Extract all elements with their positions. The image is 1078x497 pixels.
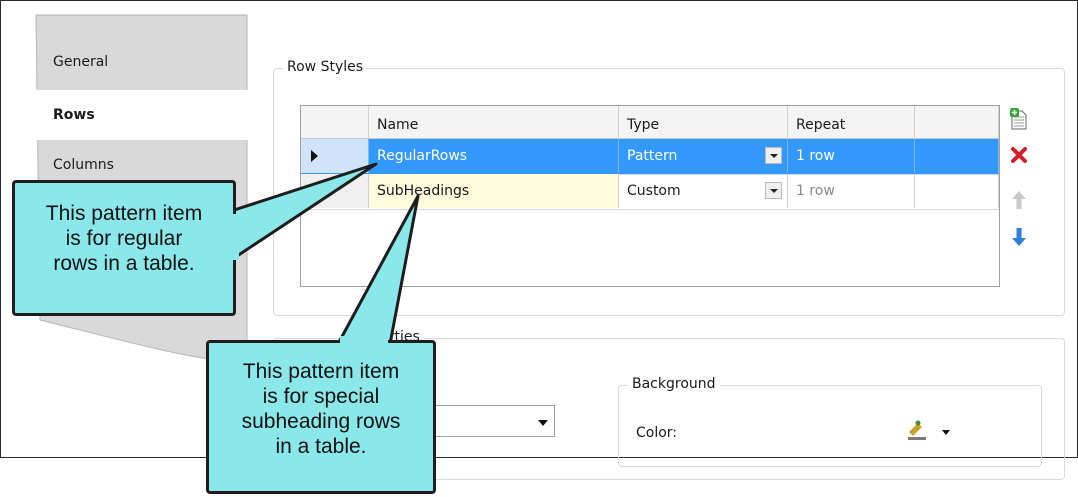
callout-line: rows in a table. (53, 252, 195, 275)
callout-join (340, 336, 388, 344)
callout-line: This pattern item (242, 360, 400, 383)
callout-line: subheading rows (241, 410, 401, 433)
callout-line: This pattern item (45, 202, 203, 225)
callout-line: is for special (262, 385, 380, 408)
callout-line: is for regular (65, 227, 183, 250)
callout-subheading-rows: This pattern item is for special subhead… (206, 340, 436, 494)
callout-regular-rows: This pattern item is for regular rows in… (12, 180, 236, 316)
callout-join (231, 214, 239, 260)
callout-line: in a table. (275, 435, 367, 458)
